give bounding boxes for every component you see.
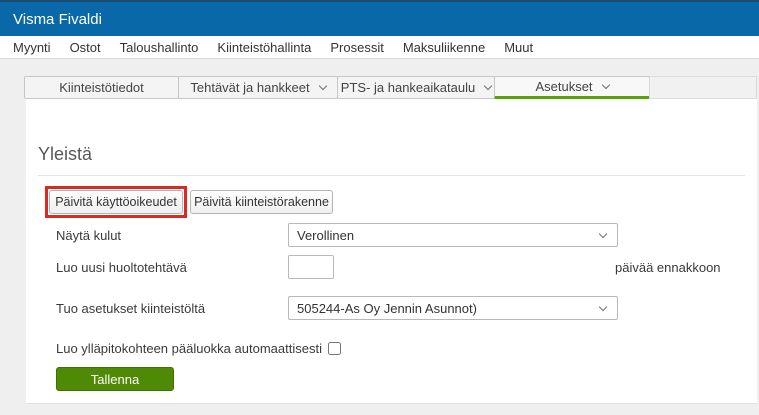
menu-item-maksuliikenne[interactable]: Maksuliikenne bbox=[403, 40, 485, 55]
section-title: Yleistä bbox=[38, 144, 93, 164]
section-divider bbox=[38, 175, 745, 176]
form-row-tuo-asetukset: Tuo asetukset kiinteistöltä 505244-As Oy… bbox=[56, 296, 745, 320]
form-row-nayta-kulut: Näytä kulut Verollinen bbox=[56, 223, 745, 247]
chevron-down-icon bbox=[598, 229, 608, 238]
menu-item-kiinteistohallinta[interactable]: Kiinteistöhallinta bbox=[217, 40, 311, 55]
tab-asetukset[interactable]: Asetukset bbox=[494, 76, 650, 99]
app-header: Visma Fivaldi bbox=[0, 0, 759, 36]
action-button-row: Päivitä käyttöoikeudet Päivitä kiinteist… bbox=[45, 186, 745, 218]
chevron-down-icon bbox=[318, 81, 327, 91]
chevron-down-icon bbox=[483, 81, 493, 91]
menu-item-prosessit[interactable]: Prosessit bbox=[330, 40, 383, 55]
tab-tehtavat-ja-hankkeet[interactable]: Tehtävät ja hankkeet bbox=[178, 76, 338, 99]
selected-value: 505244-As Oy Jennin Asunnot) bbox=[297, 300, 477, 316]
app-title: Visma Fivaldi bbox=[13, 10, 102, 28]
field-label: Tuo asetukset kiinteistöltä bbox=[56, 300, 206, 316]
tab-label: Asetukset bbox=[535, 79, 593, 94]
selected-value: Verollinen bbox=[297, 227, 355, 243]
tab-label: Tehtävät ja hankkeet bbox=[190, 80, 310, 95]
form-row-huoltotehtava: Luo uusi huoltotehtävä päivää ennakkoon bbox=[56, 255, 745, 279]
red-highlight-annotation: Päivitä käyttöoikeudet bbox=[45, 186, 187, 218]
field-label: Luo uusi huoltotehtävä bbox=[56, 259, 187, 275]
menu-item-myynti[interactable]: Myynti bbox=[13, 40, 51, 55]
source-property-select[interactable]: 505244-As Oy Jennin Asunnot) bbox=[288, 296, 618, 320]
menu-item-taloushallinto[interactable]: Taloushallinto bbox=[120, 40, 199, 55]
field-suffix: päivää ennakkoon bbox=[615, 259, 721, 275]
form-row-paaluokka-checkbox: Luo ylläpitokohteen pääluokka automaatti… bbox=[56, 340, 745, 356]
tab-label: PTS- ja hankeaikataulu bbox=[340, 80, 476, 95]
field-label: Näytä kulut bbox=[56, 227, 122, 243]
tab-strip-filler bbox=[649, 76, 757, 99]
content-card: Yleistä Päivitä käyttöoikeudet Päivitä k… bbox=[26, 99, 757, 404]
chevron-down-icon bbox=[598, 302, 608, 311]
save-button[interactable]: Tallenna bbox=[56, 367, 174, 391]
tab-label: Kiinteistötiedot bbox=[59, 80, 144, 95]
update-permissions-button[interactable]: Päivitä käyttöoikeudet bbox=[49, 190, 183, 214]
tab-kiinteistotiedot[interactable]: Kiinteistötiedot bbox=[24, 76, 179, 99]
chevron-down-icon bbox=[601, 80, 610, 90]
update-structure-button[interactable]: Päivitä kiinteistörakenne bbox=[190, 190, 333, 214]
field-label: Luo ylläpitokohteen pääluokka automaatti… bbox=[56, 340, 322, 356]
nayta-kulut-select[interactable]: Verollinen bbox=[288, 223, 618, 247]
tab-pts-ja-hankeaikataulu[interactable]: PTS- ja hankeaikataulu bbox=[337, 76, 495, 99]
settings-form: Näytä kulut Verollinen Luo uusi huoltote… bbox=[56, 223, 745, 391]
tab-strip: Kiinteistötiedot Tehtävät ja hankkeet PT… bbox=[24, 76, 757, 99]
main-menu: Myynti Ostot Taloushallinto Kiinteistöha… bbox=[0, 36, 759, 59]
menu-item-ostot[interactable]: Ostot bbox=[70, 40, 101, 55]
auto-main-category-checkbox[interactable] bbox=[327, 341, 341, 355]
menu-item-muut[interactable]: Muut bbox=[504, 40, 533, 55]
days-in-advance-input[interactable] bbox=[288, 255, 334, 279]
